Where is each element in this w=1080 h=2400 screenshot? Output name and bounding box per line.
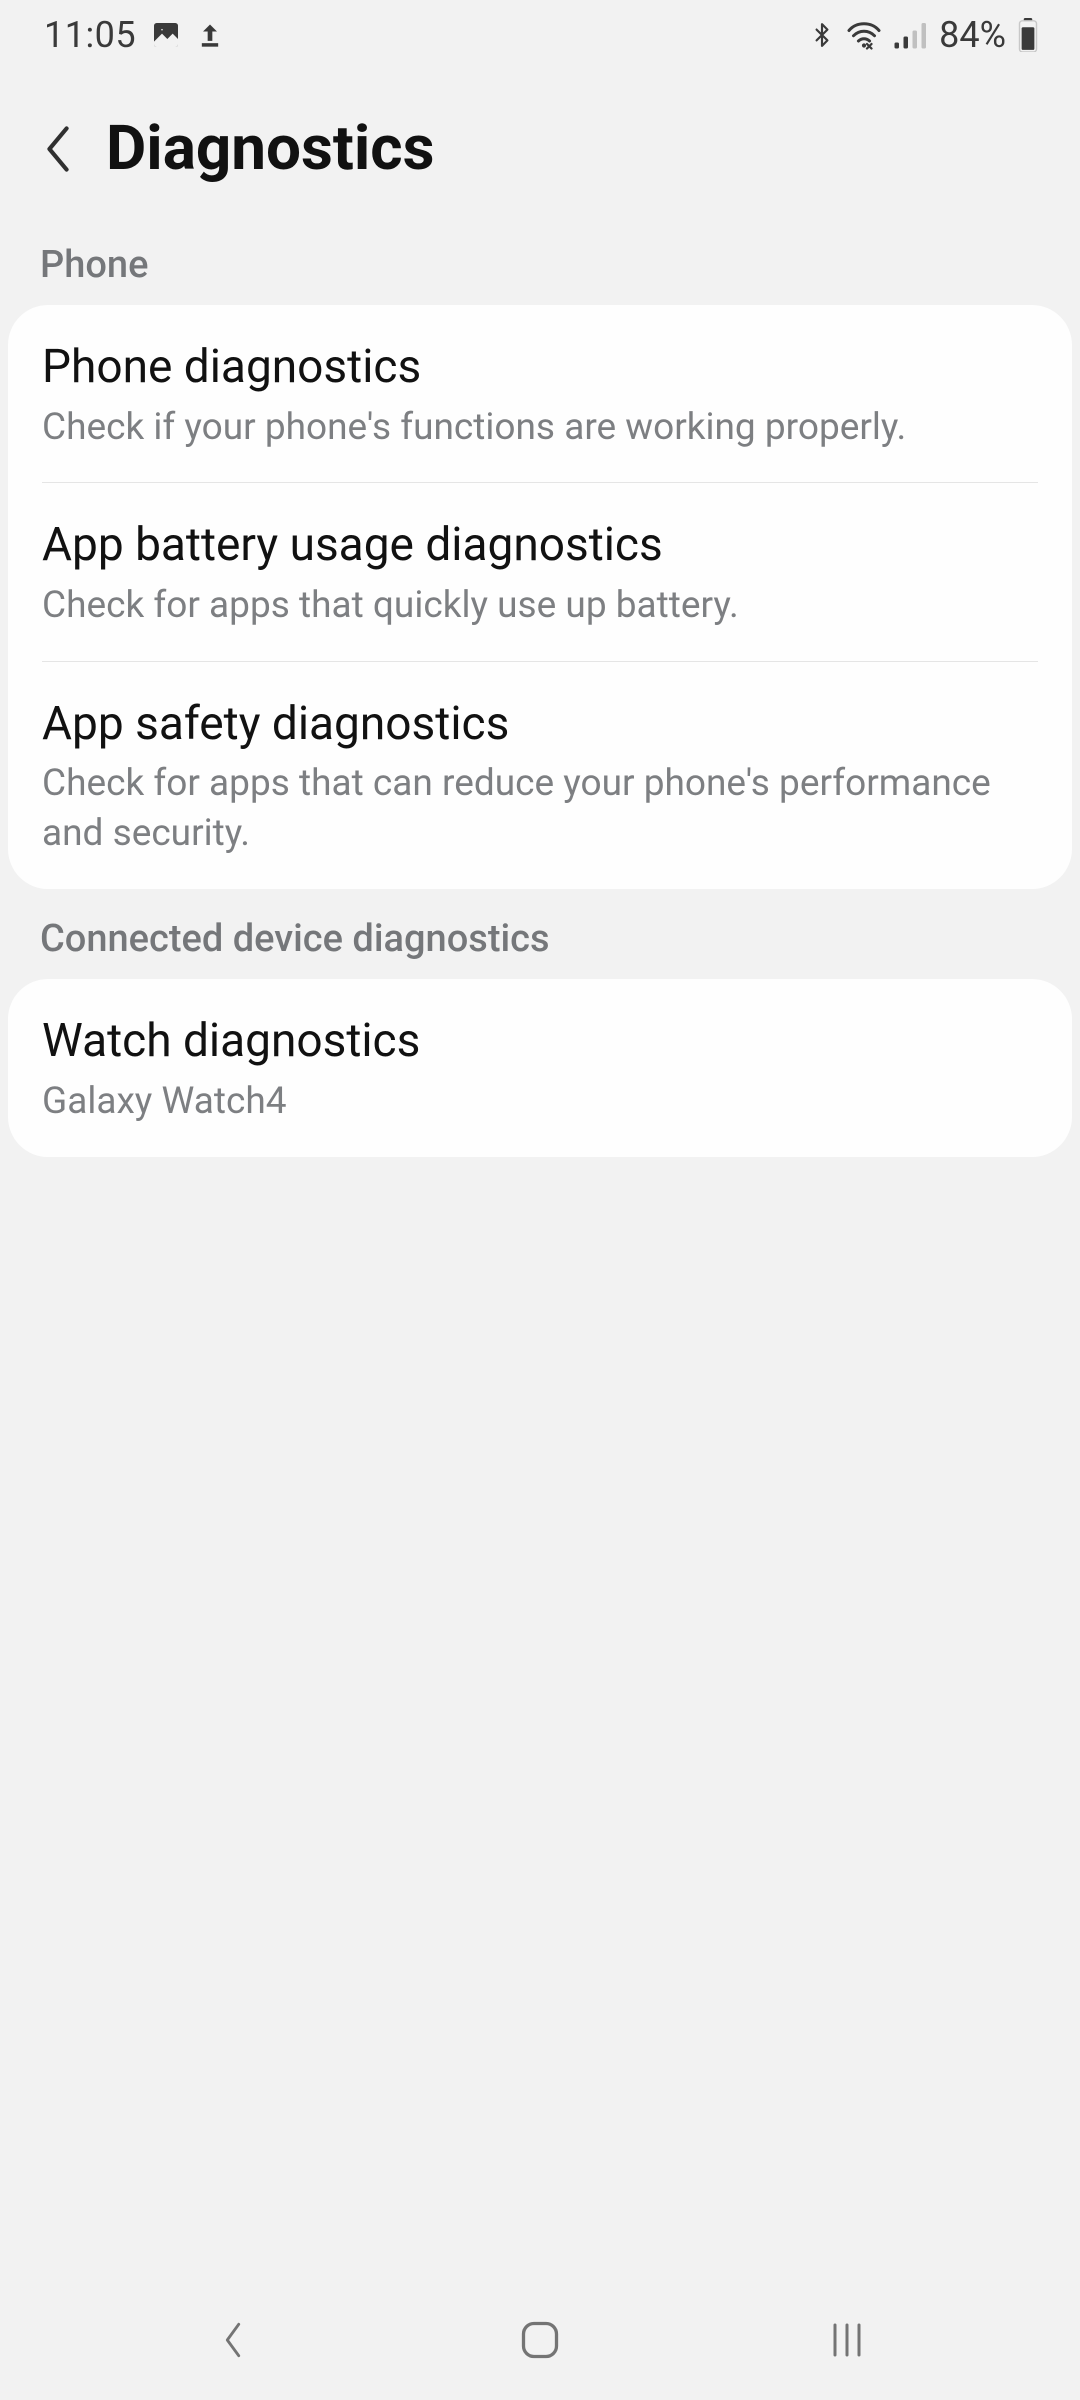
status-bar: 11:05 (0, 0, 1080, 70)
gallery-icon (150, 19, 182, 51)
upload-icon (196, 19, 224, 51)
nav-recents-button[interactable] (767, 2305, 927, 2375)
connected-card: Watch diagnostics Galaxy Watch4 (8, 979, 1072, 1156)
item-app-safety-diagnostics[interactable]: App safety diagnostics Check for apps th… (8, 662, 1072, 889)
nav-home-button[interactable] (460, 2305, 620, 2375)
item-title: Watch diagnostics (42, 1013, 1032, 1071)
item-title: App safety diagnostics (42, 696, 1032, 754)
bluetooth-icon (809, 18, 835, 52)
item-title: Phone diagnostics (42, 339, 1032, 397)
item-subtitle: Check for apps that quickly use up batte… (42, 581, 1032, 631)
item-phone-diagnostics[interactable]: Phone diagnostics Check if your phone's … (8, 305, 1072, 482)
item-subtitle: Galaxy Watch4 (42, 1077, 1032, 1127)
cell-signal-icon (893, 20, 929, 50)
item-subtitle: Check for apps that can reduce your phon… (42, 759, 1032, 859)
phone-card: Phone diagnostics Check if your phone's … (8, 305, 1072, 889)
section-header-phone: Phone (0, 235, 1080, 305)
page-title: Diagnostics (106, 112, 434, 185)
header: Diagnostics (0, 70, 1080, 235)
item-app-battery-diagnostics[interactable]: App battery usage diagnostics Check for … (8, 483, 1072, 660)
battery-percent: 84% (939, 14, 1006, 56)
nav-bar (0, 2290, 1080, 2400)
section-header-connected: Connected device diagnostics (0, 889, 1080, 979)
item-subtitle: Check if your phone's functions are work… (42, 403, 1032, 453)
battery-icon (1016, 18, 1040, 52)
status-right: 84% (809, 14, 1040, 56)
item-watch-diagnostics[interactable]: Watch diagnostics Galaxy Watch4 (8, 979, 1072, 1156)
wifi-icon (845, 20, 883, 50)
back-button[interactable] (38, 119, 78, 179)
item-title: App battery usage diagnostics (42, 517, 1032, 575)
nav-back-button[interactable] (153, 2305, 313, 2375)
status-left: 11:05 (44, 14, 224, 56)
status-time: 11:05 (44, 14, 136, 56)
